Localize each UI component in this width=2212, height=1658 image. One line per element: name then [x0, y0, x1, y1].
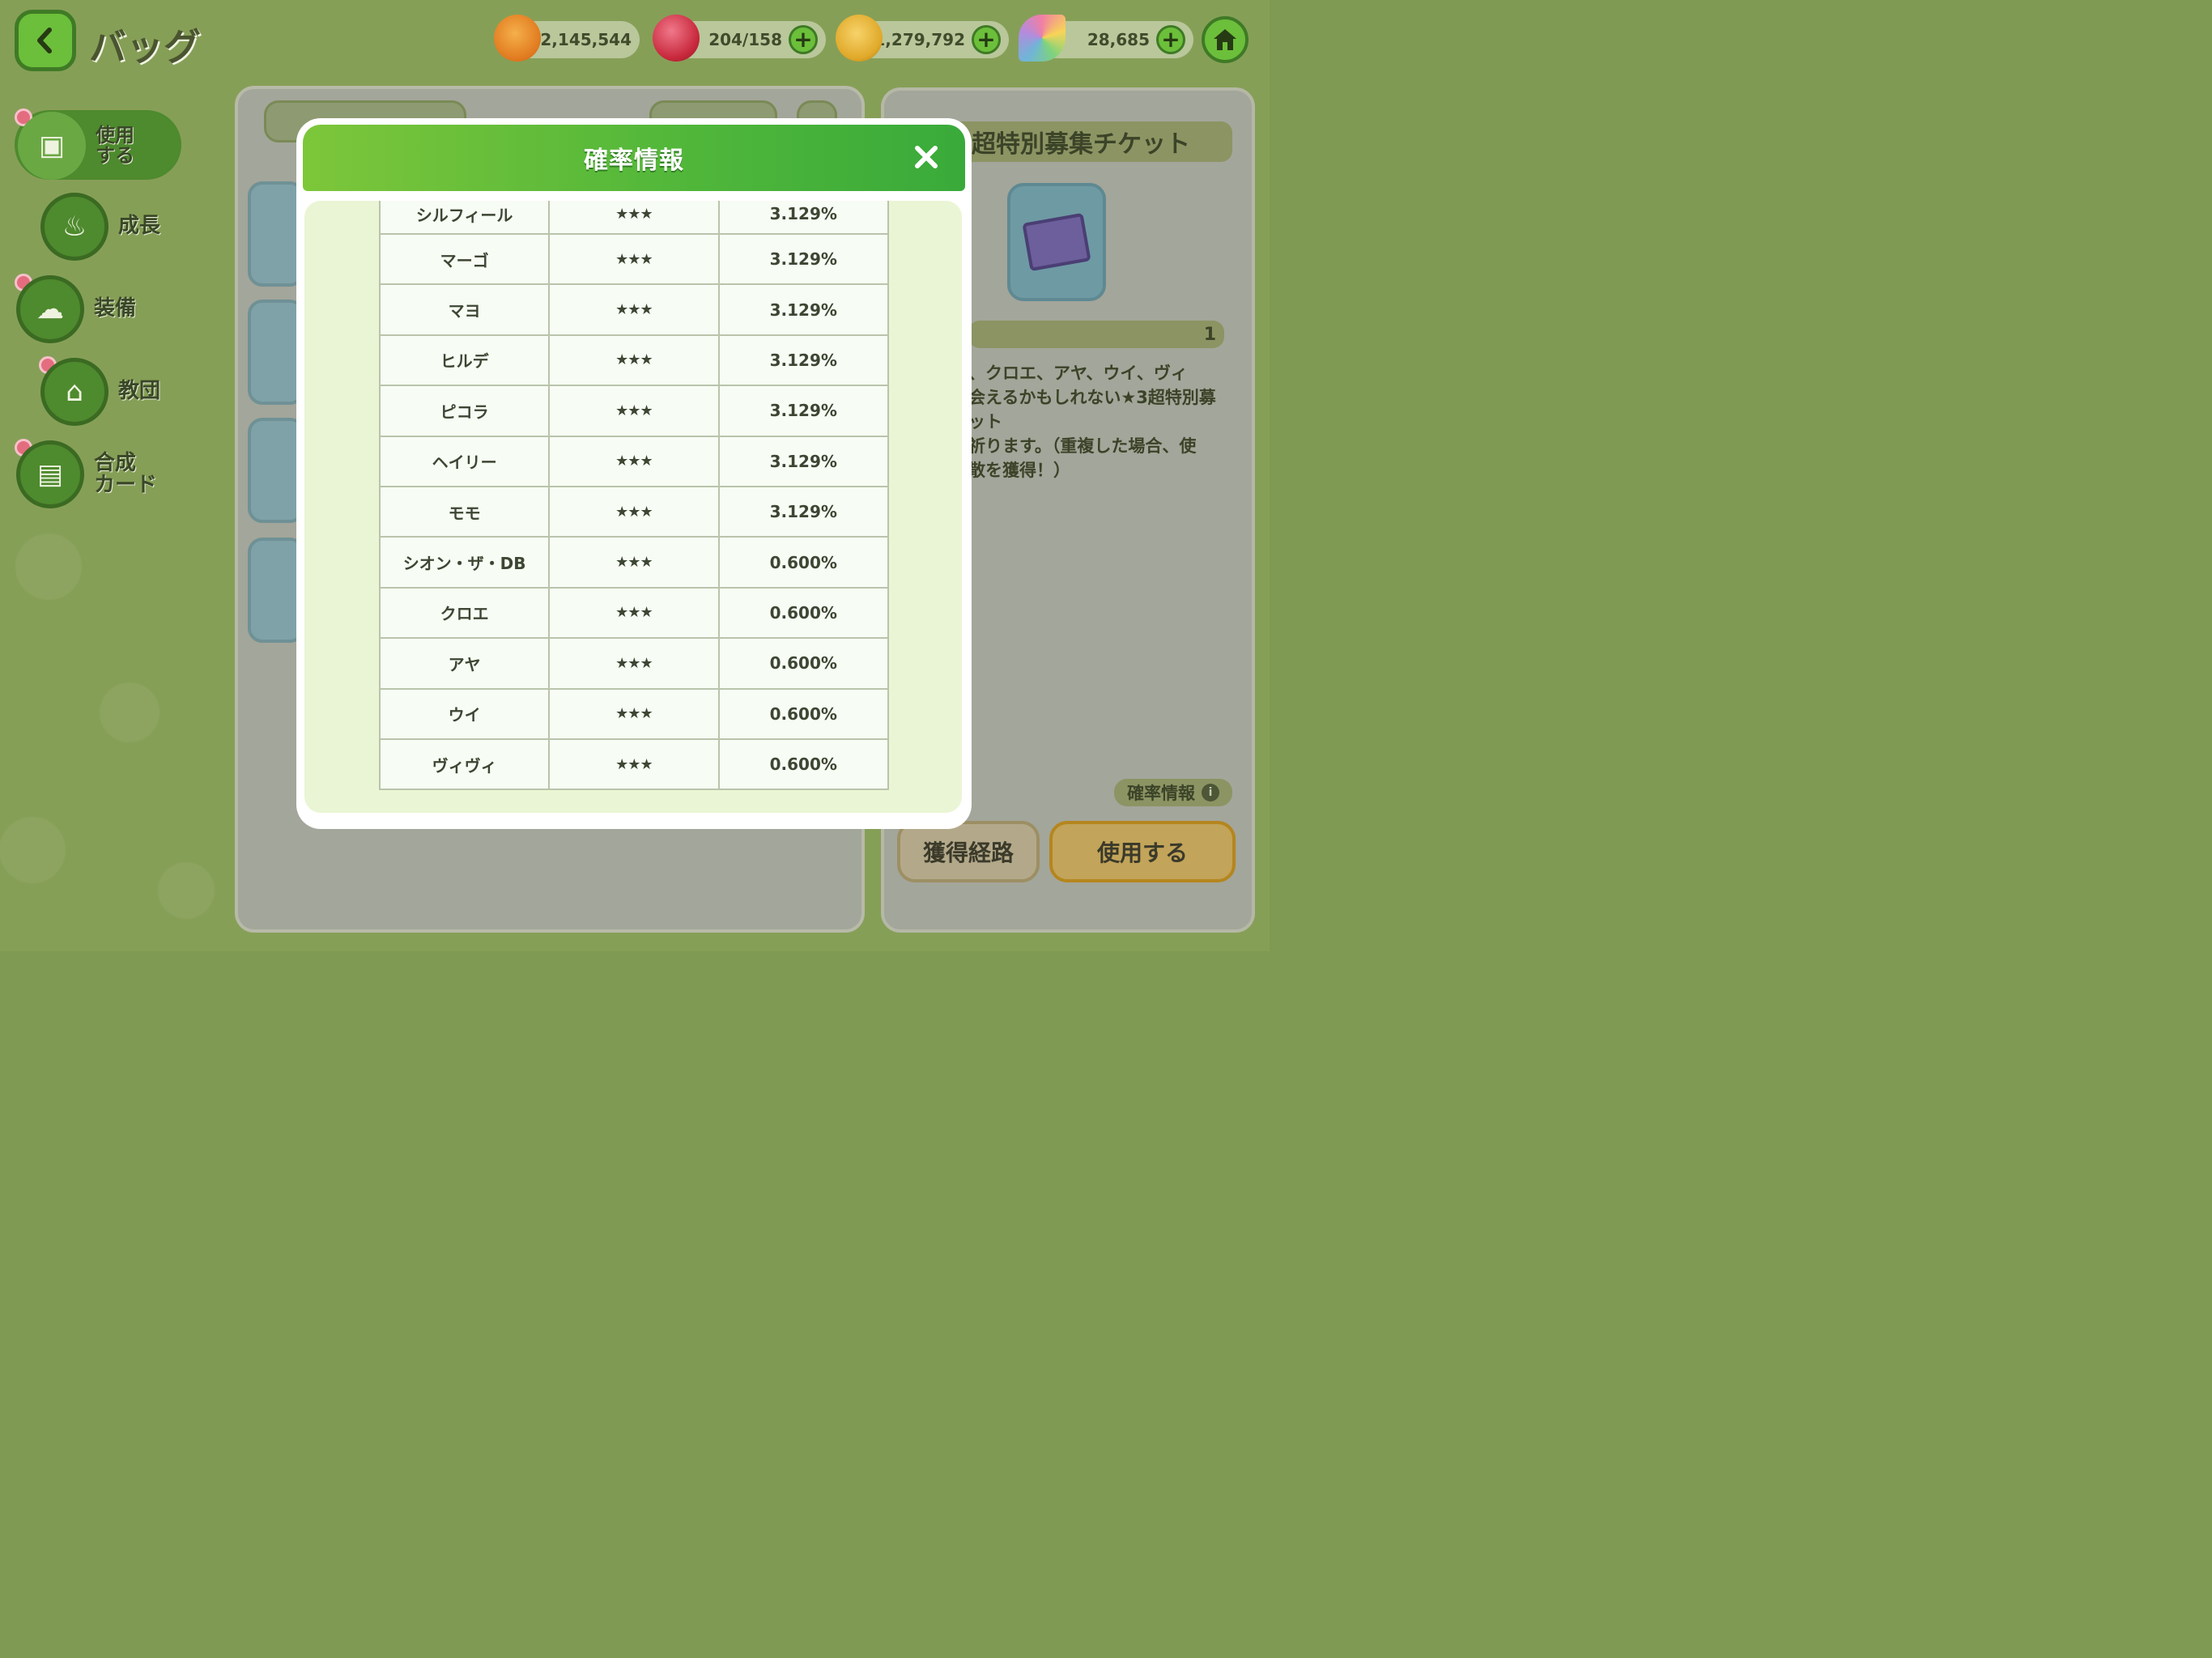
- character-name: マーゴ: [378, 232, 551, 286]
- character-name: クロエ: [378, 586, 551, 640]
- character-name: ピコラ: [378, 385, 551, 437]
- rarity-stars: ★★★: [548, 738, 720, 791]
- rarity-stars: ★★★: [548, 283, 720, 336]
- drop-rate: 0.600%: [717, 637, 890, 690]
- table-row: ヴィヴィ ★★★ 0.600%: [378, 738, 890, 791]
- drop-rate: 3.129%: [717, 283, 890, 336]
- table-row: クロエ ★★★ 0.600%: [378, 586, 890, 640]
- table-row: ウイ ★★★ 0.600%: [378, 687, 890, 740]
- table-row: モモ ★★★ 3.129%: [378, 485, 890, 538]
- rarity-stars: ★★★: [548, 536, 720, 589]
- rarity-stars: ★★★: [548, 232, 720, 286]
- drop-rate: 3.129%: [717, 435, 890, 487]
- table-row: シオン・ザ・DB ★★★ 0.600%: [378, 536, 890, 589]
- table-row: シルフィール ★★★ 3.129%: [378, 201, 890, 235]
- character-name: ヘイリー: [378, 435, 551, 487]
- table-row: マーゴ ★★★ 3.129%: [378, 232, 890, 286]
- character-name: ウイ: [378, 687, 551, 740]
- rate-info-modal: 確率情報 シルフィール ★★★ 3.129% マーゴ ★★★ 3.129% マヨ ★★★ 3.1…: [296, 118, 972, 829]
- drop-rate: 0.600%: [717, 687, 890, 740]
- character-name: マヨ: [378, 283, 551, 336]
- character-name: ヒルデ: [378, 334, 551, 387]
- table-row: アヤ ★★★ 0.600%: [378, 637, 890, 690]
- rate-table: シルフィール ★★★ 3.129% マーゴ ★★★ 3.129% マヨ ★★★ 3.129% ヒル…: [378, 201, 890, 791]
- rarity-stars: ★★★: [548, 334, 720, 387]
- modal-header: 確率情報: [303, 125, 965, 191]
- drop-rate: 0.600%: [717, 586, 890, 640]
- table-row: ヒルデ ★★★ 3.129%: [378, 334, 890, 387]
- rarity-stars: ★★★: [548, 637, 720, 690]
- rarity-stars: ★★★: [548, 485, 720, 538]
- rarity-stars: ★★★: [548, 435, 720, 487]
- close-button[interactable]: [912, 142, 941, 172]
- drop-rate: 0.600%: [717, 738, 890, 791]
- drop-rate: 3.129%: [717, 485, 890, 538]
- character-name: アヤ: [378, 637, 551, 690]
- table-row: ピコラ ★★★ 3.129%: [378, 385, 890, 437]
- modal-title: 確率情報: [584, 147, 684, 175]
- character-name: ヴィヴィ: [378, 738, 551, 791]
- drop-rate: 3.129%: [717, 385, 890, 437]
- close-icon: [915, 146, 938, 168]
- rarity-stars: ★★★: [548, 687, 720, 740]
- character-name: シルフィール: [378, 201, 551, 235]
- drop-rate: 3.129%: [717, 334, 890, 387]
- drop-rate: 3.129%: [717, 201, 890, 235]
- table-row: ヘイリー ★★★ 3.129%: [378, 435, 890, 487]
- rarity-stars: ★★★: [548, 586, 720, 640]
- character-name: モモ: [378, 485, 551, 538]
- drop-rate: 0.600%: [717, 536, 890, 589]
- drop-rate: 3.129%: [717, 232, 890, 286]
- modal-body[interactable]: シルフィール ★★★ 3.129% マーゴ ★★★ 3.129% マヨ ★★★ 3.129% ヒル…: [304, 201, 962, 813]
- rarity-stars: ★★★: [548, 201, 720, 235]
- character-name: シオン・ザ・DB: [378, 536, 551, 589]
- rarity-stars: ★★★: [548, 385, 720, 437]
- table-row: マヨ ★★★ 3.129%: [378, 283, 890, 336]
